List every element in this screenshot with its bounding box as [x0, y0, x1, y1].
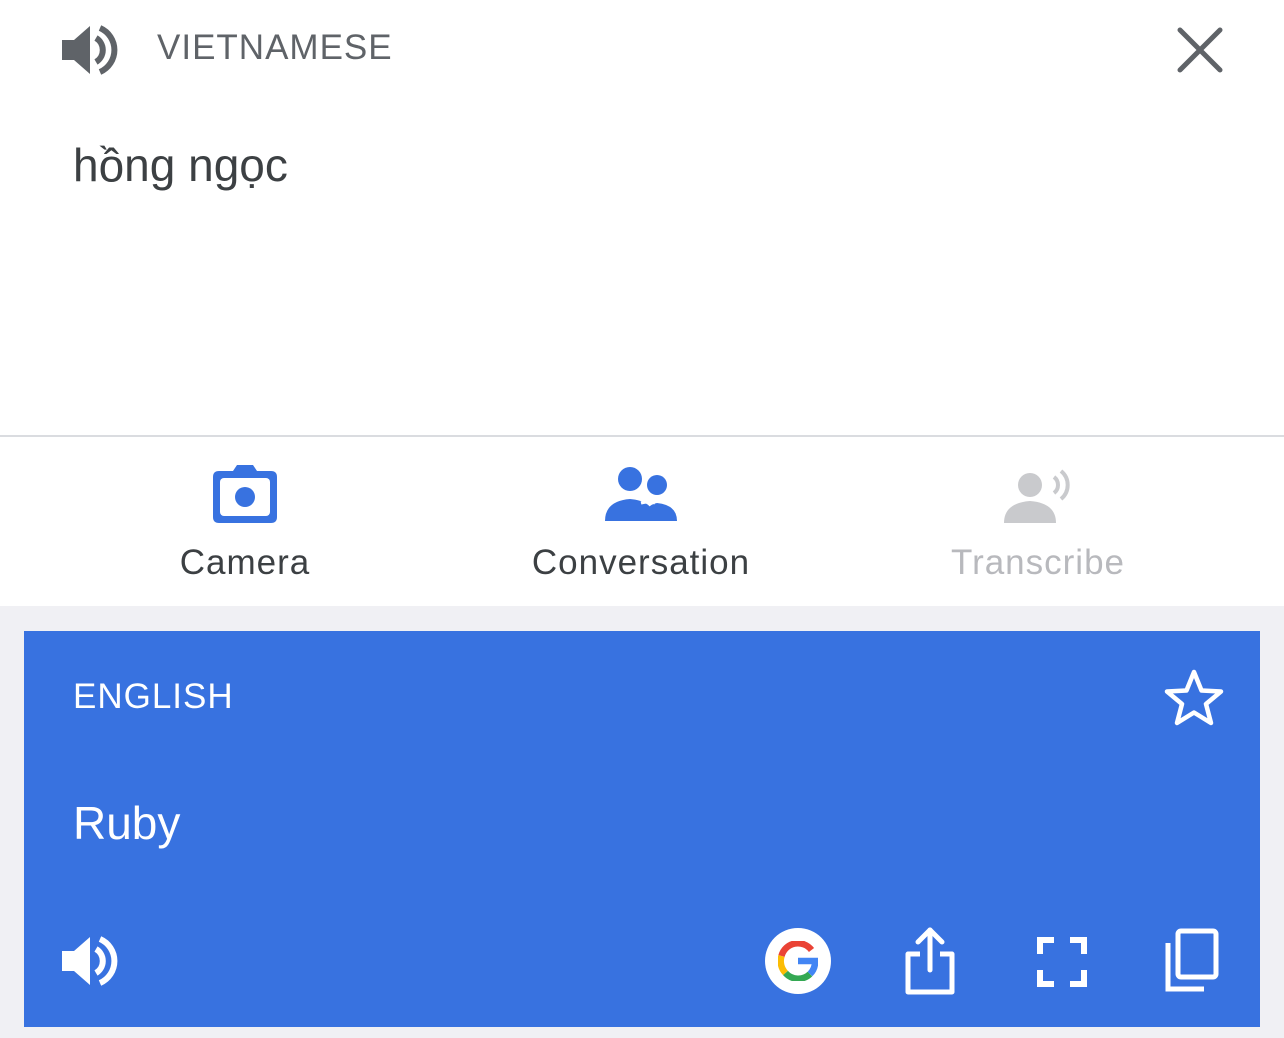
share-icon[interactable] [900, 926, 960, 998]
conversation-label: Conversation [531, 543, 751, 582]
translation-card: ENGLISH Ruby [24, 631, 1260, 1027]
camera-icon [205, 463, 285, 527]
fullscreen-icon[interactable] [1034, 934, 1090, 990]
camera-button[interactable]: Camera [45, 437, 445, 606]
tools-row: Camera Conversation Transcribe [0, 437, 1284, 606]
star-icon[interactable] [1162, 667, 1226, 731]
transcribe-icon [998, 463, 1078, 527]
transcribe-button[interactable]: Transcribe [838, 437, 1238, 606]
transcribe-label: Transcribe [950, 543, 1126, 582]
conversation-button[interactable]: Conversation [441, 437, 841, 606]
translate-screen: VIETNAMESE hồng ngọc Camera Conversation… [0, 0, 1284, 1038]
copy-icon[interactable] [1162, 927, 1222, 993]
google-search-button[interactable] [765, 928, 831, 994]
source-text[interactable]: hồng ngọc [73, 138, 288, 192]
google-icon [778, 941, 818, 981]
speaker-icon[interactable] [58, 22, 120, 78]
speaker-icon[interactable] [58, 931, 120, 991]
target-language-label[interactable]: ENGLISH [73, 677, 234, 717]
close-icon[interactable] [1172, 22, 1228, 78]
camera-label: Camera [179, 543, 311, 582]
conversation-icon [601, 463, 681, 527]
source-panel: VIETNAMESE hồng ngọc [0, 0, 1284, 436]
translation-text[interactable]: Ruby [73, 796, 180, 850]
source-language-label[interactable]: VIETNAMESE [157, 28, 393, 68]
